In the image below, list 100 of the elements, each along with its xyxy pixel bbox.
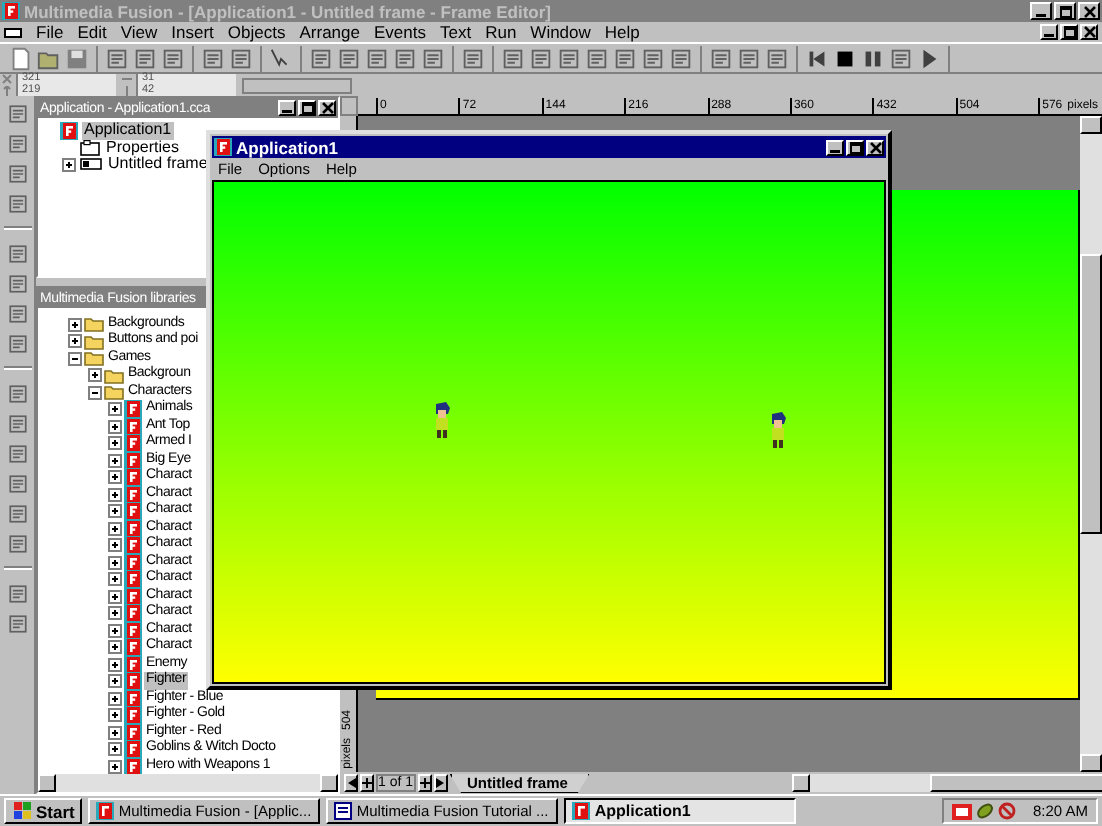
expand-toggle[interactable] <box>108 504 122 519</box>
palette-tool-button[interactable] <box>4 580 30 606</box>
minimize-button[interactable] <box>1030 2 1052 20</box>
expand-toggle[interactable] <box>108 538 122 553</box>
expand-toggle[interactable] <box>88 385 102 400</box>
document-icon <box>334 802 353 820</box>
expand-toggle[interactable] <box>108 742 122 757</box>
expand-toggle[interactable] <box>108 657 122 672</box>
palette-tool-button[interactable] <box>4 500 30 526</box>
menu-item[interactable]: View <box>120 22 158 42</box>
horizontal-scrollbar[interactable] <box>791 774 1102 792</box>
expand-toggle[interactable] <box>108 691 122 706</box>
close-button[interactable] <box>318 100 336 116</box>
library-icon <box>124 570 142 589</box>
palette-tool-button[interactable] <box>4 610 30 636</box>
menu-item[interactable]: Insert <box>171 22 214 42</box>
close-button[interactable] <box>866 139 884 155</box>
expand-toggle[interactable] <box>108 674 122 689</box>
combo-field[interactable] <box>242 77 352 93</box>
expand-toggle[interactable] <box>68 317 82 332</box>
fusion-logo-icon <box>2 2 20 20</box>
frame-icon <box>80 158 102 171</box>
start-button[interactable]: Start <box>4 798 83 824</box>
menu-item[interactable]: Text <box>439 22 472 42</box>
expand-toggle[interactable] <box>108 436 122 451</box>
expand-toggle[interactable] <box>68 351 82 366</box>
library-icon <box>124 604 142 623</box>
add-page-button[interactable] <box>417 774 432 792</box>
expand-toggle[interactable] <box>68 334 82 349</box>
palette-tool-button[interactable] <box>4 190 30 216</box>
expand-toggle[interactable] <box>108 487 122 502</box>
close-icon <box>869 141 881 153</box>
menu-item[interactable]: Edit <box>77 22 107 42</box>
menu-item[interactable]: Objects <box>227 22 286 42</box>
taskbar-button[interactable]: Application1 <box>564 798 797 824</box>
expand-toggle[interactable] <box>62 157 76 172</box>
add-page-button[interactable] <box>360 774 374 792</box>
vertical-scrollbar[interactable] <box>1080 116 1102 772</box>
palette-tool-button[interactable] <box>4 330 30 356</box>
library-icon <box>124 638 142 657</box>
maximize-button[interactable] <box>298 100 316 116</box>
close-icon <box>321 102 333 114</box>
expand-toggle[interactable] <box>108 521 122 536</box>
maximize-button[interactable] <box>846 139 864 155</box>
expand-toggle[interactable] <box>108 555 122 570</box>
menu-item[interactable]: Events <box>373 22 426 42</box>
window-title: Multimedia Fusion - [Application1 - Untitled frame - Frame Editor] <box>24 1 554 21</box>
tray-icon[interactable] <box>952 803 973 819</box>
expand-toggle[interactable] <box>108 589 122 604</box>
library-icon <box>124 740 142 759</box>
expand-toggle[interactable] <box>108 759 122 774</box>
minimize-button[interactable] <box>278 100 296 116</box>
palette-tool-button[interactable] <box>4 100 30 126</box>
expand-toggle[interactable] <box>108 402 122 417</box>
tree-item[interactable]: Untitled frame <box>106 156 210 174</box>
palette-tool-button[interactable] <box>4 530 30 556</box>
tree-item[interactable]: Application1 <box>82 122 174 140</box>
expand-toggle[interactable] <box>88 368 102 383</box>
palette-tool-button[interactable] <box>4 380 30 406</box>
tray-icon[interactable] <box>976 802 995 820</box>
minimize-button[interactable] <box>826 139 844 155</box>
palette-tool-button[interactable] <box>4 270 30 296</box>
palette-tool-button[interactable] <box>4 130 30 156</box>
horizontal-scrollbar[interactable] <box>38 774 338 792</box>
window-title: Application1 <box>236 137 341 157</box>
menu-item[interactable]: Arrange <box>299 22 360 42</box>
fusion-logo-icon <box>214 138 232 156</box>
expand-toggle[interactable] <box>108 419 122 434</box>
last-page-button[interactable] <box>433 774 448 792</box>
minimize-button[interactable] <box>1040 24 1058 40</box>
y-coordinate-icon <box>2 85 12 96</box>
maximize-button[interactable] <box>1060 24 1078 40</box>
menu-item[interactable]: Run <box>485 22 517 42</box>
tree-item[interactable]: Properties <box>104 139 181 157</box>
expand-toggle[interactable] <box>108 572 122 587</box>
first-page-button[interactable] <box>344 774 358 792</box>
palette-tool-button[interactable] <box>4 410 30 436</box>
menu-item[interactable]: Help <box>604 22 640 42</box>
expand-toggle[interactable] <box>108 725 122 740</box>
expand-toggle[interactable] <box>108 453 122 468</box>
library-icon <box>124 434 142 453</box>
application-icon <box>96 802 115 820</box>
palette-tool-button[interactable] <box>4 440 30 466</box>
expand-toggle[interactable] <box>108 708 122 723</box>
document-icon <box>4 27 22 37</box>
library-icon <box>124 502 142 521</box>
palette-tool-button[interactable] <box>4 470 30 496</box>
palette-tool-button[interactable] <box>4 160 30 186</box>
expand-toggle[interactable] <box>108 640 122 655</box>
properties-icon <box>80 139 100 156</box>
palette-tool-button[interactable] <box>4 300 30 326</box>
expand-toggle[interactable] <box>108 470 122 485</box>
menu-item[interactable]: File <box>36 22 64 42</box>
close-button[interactable] <box>1080 24 1098 40</box>
menu-item[interactable]: Window <box>530 22 591 42</box>
expand-toggle[interactable] <box>108 623 122 638</box>
tray-icon[interactable] <box>998 802 1017 820</box>
expand-toggle[interactable] <box>108 606 122 621</box>
palette-tool-button[interactable] <box>4 240 30 266</box>
application-icon <box>60 121 78 140</box>
